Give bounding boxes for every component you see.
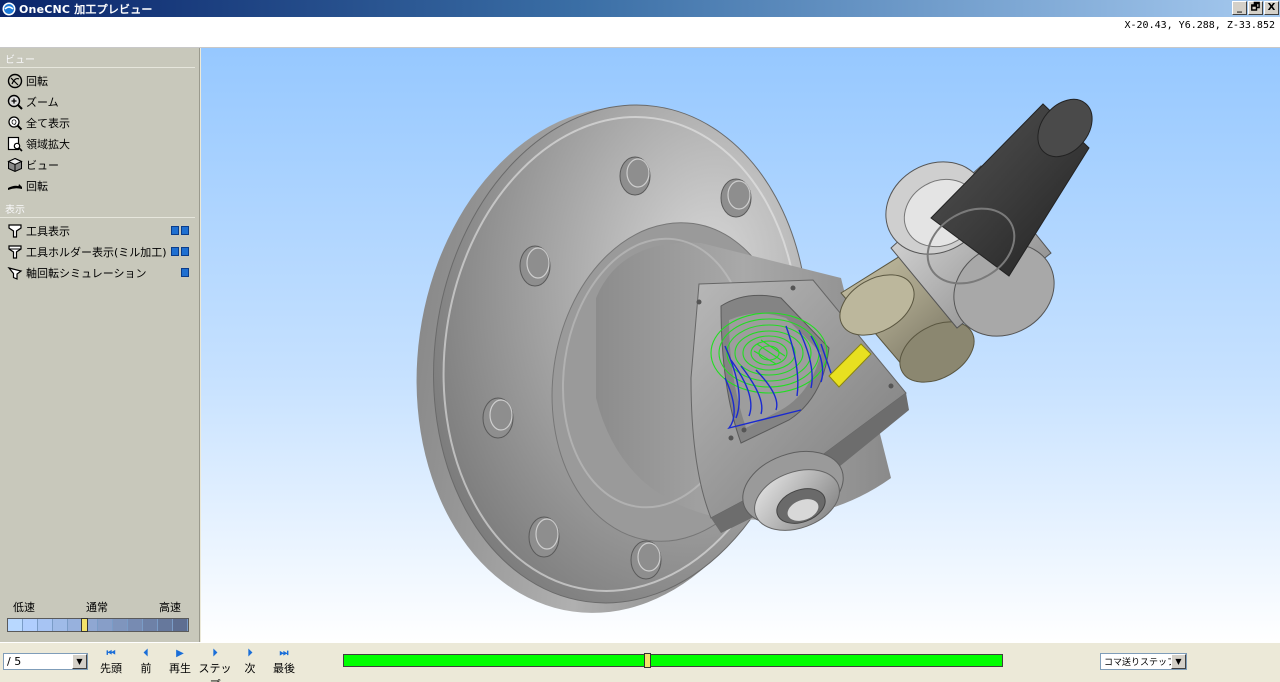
prev-button[interactable]: ⏴ 前 bbox=[137, 648, 155, 676]
show-tool-holder-toggles[interactable] bbox=[171, 247, 189, 256]
toggle-indicator[interactable] bbox=[171, 226, 179, 235]
axis-rotation-icon bbox=[7, 265, 23, 281]
chevron-down-icon[interactable]: ▼ bbox=[72, 654, 87, 669]
speed-slider[interactable] bbox=[7, 618, 189, 632]
display-section-label: 表示 bbox=[0, 198, 195, 218]
toggle-indicator[interactable] bbox=[171, 247, 179, 256]
show-tool-toggles[interactable] bbox=[171, 226, 189, 235]
view-zoom-all-item[interactable]: Q 全て表示 bbox=[0, 112, 199, 133]
view-cube-item[interactable]: ビュー bbox=[0, 154, 199, 175]
first-label: 先頭 bbox=[100, 662, 122, 675]
title-bar: OneCNC 加工プレビュー _ 🗗 X bbox=[0, 0, 1280, 17]
toggle-indicator[interactable] bbox=[181, 268, 189, 277]
progress-thumb[interactable] bbox=[643, 653, 651, 668]
speed-segment bbox=[173, 619, 188, 631]
speed-segment bbox=[38, 619, 53, 631]
show-tool-item[interactable]: 工具表示 bbox=[0, 220, 199, 241]
step-icon: ⏵ bbox=[212, 648, 218, 659]
step-select-value: / 5 bbox=[7, 655, 22, 668]
axis-rotation-sim-label: 軸回転シミュレーション bbox=[26, 266, 147, 280]
rotate-part-icon bbox=[7, 178, 23, 194]
zoom-all-icon: Q bbox=[7, 115, 23, 131]
next-label: 次 bbox=[244, 662, 256, 675]
zoom-window-icon bbox=[7, 136, 23, 152]
speed-slow-label: 低速 bbox=[13, 601, 35, 614]
simulation-progress-bar[interactable] bbox=[343, 653, 1003, 668]
view-rotate-label: 回転 bbox=[26, 74, 48, 88]
tool-holder bbox=[839, 98, 1093, 383]
step-forward-icon: ⏵ bbox=[247, 648, 253, 659]
view-zoom-window-item[interactable]: 領域拡大 bbox=[0, 133, 199, 154]
show-tool-holder-item[interactable]: 工具ホルダー表示(ミル加工) bbox=[0, 241, 199, 262]
step-back-icon: ⏴ bbox=[143, 648, 149, 659]
speed-segment bbox=[113, 619, 128, 631]
show-tool-holder-label: 工具ホルダー表示(ミル加工) bbox=[26, 245, 167, 259]
prev-label: 前 bbox=[140, 662, 152, 675]
axis-rotation-sim-toggles[interactable] bbox=[181, 268, 189, 277]
view-section-label: ビュー bbox=[0, 48, 195, 68]
first-button[interactable]: ⏮ 先頭 bbox=[98, 648, 124, 676]
tool-icon bbox=[7, 223, 23, 239]
last-label: 最後 bbox=[273, 662, 295, 675]
close-button[interactable]: X bbox=[1264, 1, 1279, 15]
step-select[interactable]: / 5 ▼ bbox=[3, 653, 88, 670]
view-rotate-item[interactable]: 回転 bbox=[0, 70, 199, 91]
speed-segment bbox=[128, 619, 143, 631]
speed-segment bbox=[158, 619, 173, 631]
app-logo-icon bbox=[2, 2, 16, 15]
machining-model bbox=[416, 98, 1093, 613]
side-panel: ビュー 回転 ズーム Q 全て表示 領域拡大 ビュー 回転 表示 工具表示 工具… bbox=[0, 48, 200, 642]
frame-step-select[interactable]: コマ送りステップ数 ▼ bbox=[1100, 653, 1187, 670]
toggle-indicator[interactable] bbox=[181, 226, 189, 235]
next-button[interactable]: ⏵ 次 bbox=[241, 648, 259, 676]
speed-segment bbox=[23, 619, 38, 631]
minimize-button[interactable]: _ bbox=[1232, 1, 1247, 15]
speed-fast-label: 高速 bbox=[159, 601, 181, 614]
restore-button[interactable]: 🗗 bbox=[1248, 1, 1263, 15]
speed-segment bbox=[8, 619, 23, 631]
speed-control: 低速 通常 高速 bbox=[7, 599, 189, 632]
playback-bar: / 5 ▼ ⏮ 先頭 ⏴ 前 ▶ 再生 ⏵ ステップ ⏵ 次 ⏭ 最後 コマ送り… bbox=[0, 642, 1280, 682]
speed-segment bbox=[53, 619, 68, 631]
skip-last-icon: ⏭ bbox=[279, 648, 289, 659]
skip-first-icon: ⏮ bbox=[106, 648, 116, 659]
rotate-icon bbox=[7, 73, 23, 89]
speed-slider-thumb[interactable] bbox=[80, 618, 88, 632]
view-cube-icon bbox=[7, 157, 23, 173]
speed-normal-label: 通常 bbox=[86, 601, 108, 614]
step-button[interactable]: ⏵ ステップ bbox=[197, 648, 233, 682]
coordinate-bar: X-20.43, Y6.288, Z-33.852 bbox=[0, 17, 1280, 48]
view-rotate-part-label: 回転 bbox=[26, 179, 48, 193]
view-zoom-item[interactable]: ズーム bbox=[0, 91, 199, 112]
chevron-down-icon[interactable]: ▼ bbox=[1171, 654, 1186, 669]
view-zoom-all-label: 全て表示 bbox=[26, 116, 70, 130]
play-icon: ▶ bbox=[176, 648, 184, 659]
last-button[interactable]: ⏭ 最後 bbox=[271, 648, 297, 676]
window-title: OneCNC 加工プレビュー bbox=[19, 2, 153, 16]
cursor-coordinates: X-20.43, Y6.288, Z-33.852 bbox=[1124, 20, 1275, 31]
toggle-indicator[interactable] bbox=[181, 247, 189, 256]
speed-segment bbox=[98, 619, 113, 631]
play-label: 再生 bbox=[169, 662, 191, 675]
axis-rotation-sim-item[interactable]: 軸回転シミュレーション bbox=[0, 262, 199, 283]
zoom-icon bbox=[7, 94, 23, 110]
svg-text:Q: Q bbox=[11, 118, 17, 126]
step-label: ステップ bbox=[198, 662, 232, 682]
play-button[interactable]: ▶ 再生 bbox=[167, 648, 193, 676]
view-zoom-window-label: 領域拡大 bbox=[26, 137, 70, 151]
speed-segment bbox=[143, 619, 158, 631]
view-cube-label: ビュー bbox=[26, 158, 59, 172]
show-tool-label: 工具表示 bbox=[26, 224, 70, 238]
view-zoom-label: ズーム bbox=[26, 95, 59, 109]
preview-viewport[interactable] bbox=[201, 48, 1280, 642]
view-rotate-part-item[interactable]: 回転 bbox=[0, 175, 199, 196]
tool-holder-icon bbox=[7, 244, 23, 260]
